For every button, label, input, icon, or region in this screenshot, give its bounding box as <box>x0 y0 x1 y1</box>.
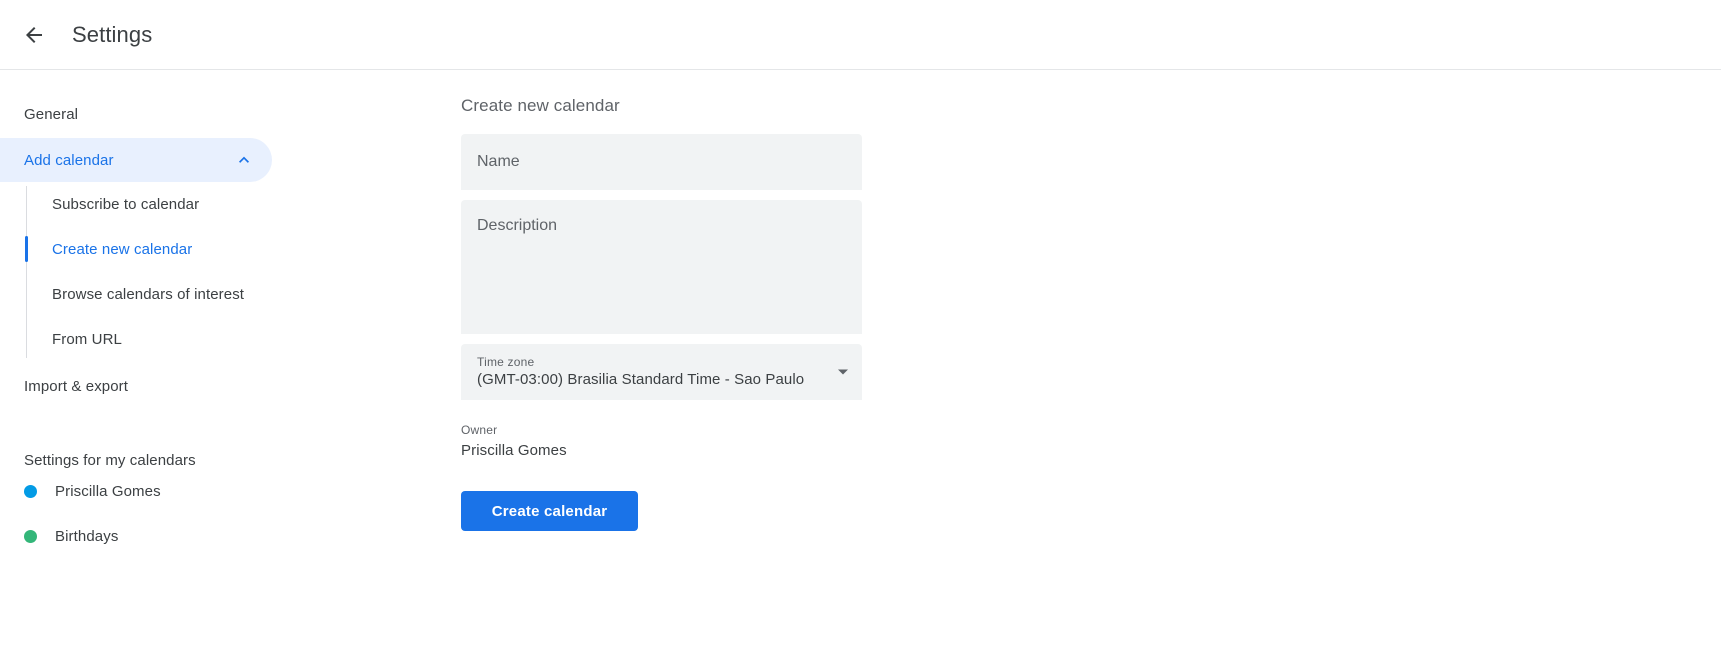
add-calendar-subitems: Subscribe to calendar Create new calenda… <box>25 182 440 362</box>
sidebar-calendar-label: Birthdays <box>55 528 119 545</box>
sidebar-item-add-calendar-label: Add calendar <box>24 151 114 169</box>
chevron-up-icon <box>234 150 254 170</box>
sidebar-item-browse-calendars-of-interest[interactable]: Browse calendars of interest <box>26 272 440 317</box>
sidebar-item-general[interactable]: General <box>0 92 272 136</box>
sidebar-item-browse-calendars-of-interest-label: Browse calendars of interest <box>52 286 245 303</box>
sidebar-calendar-item[interactable]: Priscilla Gomes <box>0 469 440 514</box>
page-title: Settings <box>72 21 153 47</box>
dropdown-caret-icon <box>838 369 848 375</box>
time-zone-label: Time zone <box>477 354 535 369</box>
owner-value: Priscilla Gomes <box>461 442 567 459</box>
sidebar-item-subscribe-to-calendar-label: Subscribe to calendar <box>52 196 200 213</box>
calendar-name-input[interactable] <box>461 134 862 190</box>
create-calendar-form: Time zone (GMT-03:00) Brasilia Standard … <box>461 134 862 531</box>
sidebar-calendar-item[interactable]: Birthdays <box>0 514 440 559</box>
create-calendar-button[interactable]: Create calendar <box>461 491 638 531</box>
owner-block: Owner Priscilla Gomes <box>461 422 862 462</box>
create-calendar-heading: Create new calendar <box>461 96 620 115</box>
sidebar-item-create-new-calendar-label: Create new calendar <box>52 241 193 258</box>
arrow-left-icon <box>22 23 46 47</box>
calendar-color-dot <box>24 530 37 543</box>
sidebar-calendar-label: Priscilla Gomes <box>55 483 161 500</box>
app-header: Settings <box>0 0 1721 70</box>
sidebar-item-import-export[interactable]: Import & export <box>0 364 272 408</box>
settings-page: Settings General Add calendar Subscribe … <box>0 0 1721 648</box>
sidebar-item-from-url-label: From URL <box>52 331 122 348</box>
sidebar-item-add-calendar[interactable]: Add calendar <box>0 138 272 182</box>
owner-label: Owner <box>461 423 498 437</box>
sidebar-item-from-url[interactable]: From URL <box>26 317 440 362</box>
time-zone-select[interactable]: Time zone (GMT-03:00) Brasilia Standard … <box>461 344 862 400</box>
sidebar-item-import-export-label: Import & export <box>24 377 129 395</box>
calendar-color-dot <box>24 485 37 498</box>
main-content: Create new calendar Time zone (GMT-03:00… <box>440 70 1721 648</box>
time-zone-value: (GMT-03:00) Brasilia Standard Time - Sao… <box>477 370 805 388</box>
sidebar-item-create-new-calendar[interactable]: Create new calendar <box>25 227 440 272</box>
my-calendars-section-title: Settings for my calendars <box>24 452 196 469</box>
back-button[interactable] <box>10 11 58 59</box>
settings-sidebar: General Add calendar Subscribe to calend… <box>0 70 440 648</box>
sidebar-item-general-label: General <box>24 105 79 123</box>
calendar-description-input[interactable] <box>461 200 862 334</box>
sidebar-item-subscribe-to-calendar[interactable]: Subscribe to calendar <box>26 182 440 227</box>
